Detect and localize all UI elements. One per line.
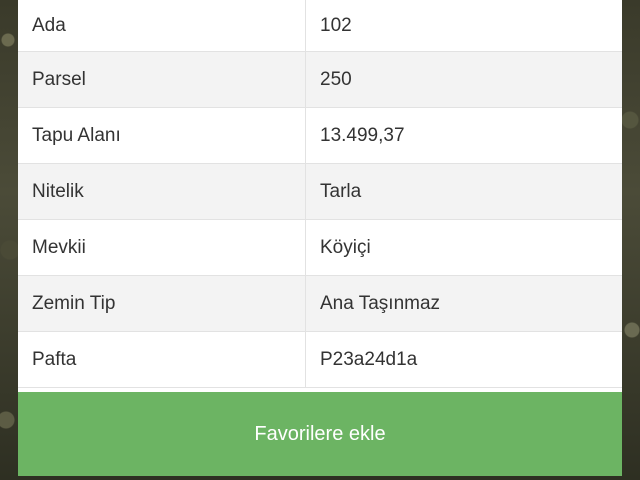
add-to-favorites-button[interactable]: Favorilere ekle <box>18 392 622 476</box>
table-row: Mevkii Köyiçi <box>18 220 622 276</box>
row-label-mevkii: Mevkii <box>18 220 306 275</box>
table-row: Tapu Alanı 13.499,37 <box>18 108 622 164</box>
row-label-nitelik: Nitelik <box>18 164 306 219</box>
row-value-zemin-tip: Ana Taşınmaz <box>320 292 441 314</box>
row-value-nitelik: Tarla <box>320 180 362 202</box>
row-label-pafta: Pafta <box>18 332 306 387</box>
table-row: Nitelik Tarla <box>18 164 622 220</box>
row-value-parsel: 250 <box>320 68 352 90</box>
parcel-details-table: Ada 102 Parsel 250 Tapu Alanı 13.499,37 … <box>18 0 622 388</box>
row-value-pafta: P23a24d1a <box>320 348 418 370</box>
row-label-zemin-tip: Zemin Tip <box>18 276 306 331</box>
row-value-tapu-alani: 13.499,37 <box>320 124 405 146</box>
row-value-mevkii: Köyiçi <box>320 236 371 258</box>
row-label-ada: Ada <box>18 0 306 51</box>
table-row: Parsel 250 <box>18 52 622 108</box>
row-label-tapu-alani: Tapu Alanı <box>18 108 306 163</box>
table-row: Zemin Tip Ana Taşınmaz <box>18 276 622 332</box>
table-row: Ada 102 <box>18 0 622 52</box>
parcel-info-sheet: Ada 102 Parsel 250 Tapu Alanı 13.499,37 … <box>18 0 622 476</box>
row-label-parsel: Parsel <box>18 52 306 107</box>
table-row: Pafta P23a24d1a <box>18 332 622 388</box>
row-value-ada: 102 <box>320 14 352 36</box>
